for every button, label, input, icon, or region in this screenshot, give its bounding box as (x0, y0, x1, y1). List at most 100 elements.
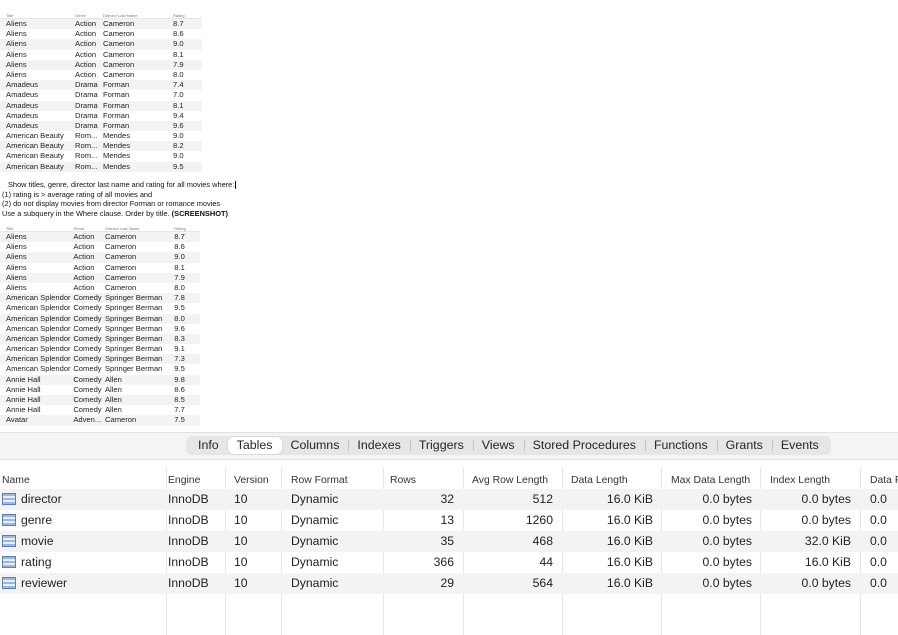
screenshot-cell: Aliens (6, 19, 27, 28)
screenshot-cell: Annie Hall (6, 374, 41, 384)
screenshot-cell: Forman (103, 100, 130, 110)
instruction-screenshot-label: (SCREENSHOT) (171, 209, 228, 219)
screenshot-cell: American Splendor (6, 344, 71, 354)
table-icon (2, 577, 16, 589)
screenshot-cell: Forman (103, 120, 130, 130)
screenshot-cell: Cameron (103, 19, 135, 28)
cell-rows: 35 (440, 534, 454, 548)
screenshot-cell: Cameron (104, 415, 137, 425)
tab-events[interactable]: Events (771, 437, 828, 454)
screenshot-cell: Springer Berman (104, 323, 163, 333)
column-header-max-data-length[interactable]: Max Data Length (671, 470, 752, 491)
result-screenshot-1: Title Genre Director Last Name Rating Aliens… (0, 10, 202, 172)
screenshot-rows: Aliens Action Cameron 8.7 Aliens Action Camero… (0, 232, 200, 426)
cell-engine: InnoDB (168, 576, 209, 590)
column-header-name[interactable]: Name (2, 470, 168, 491)
screenshot-row: Aliens Action Cameron 7.9 (0, 272, 200, 283)
screenshot-cell: Comedy (73, 293, 102, 303)
tab-indexes[interactable]: Indexes (348, 437, 409, 454)
screenshot-cell: Annie Hall (6, 405, 41, 415)
screenshot-row: American Beauty Rom... Mendes 9.5 (0, 161, 202, 172)
screenshot-cell: Action (73, 252, 95, 262)
screenshot-row: Amadeus Drama Forman 9.4 (0, 111, 202, 121)
screenshot-cell: Amadeus (6, 80, 39, 90)
screenshot-row: American Splendor Comedy Springer Berman 8.… (0, 333, 200, 345)
cell-version: 10 (234, 555, 248, 569)
screenshot-cell: Annie Hall (6, 384, 41, 394)
tab-views[interactable]: Views (472, 437, 524, 454)
screenshot-cell: Allen (104, 405, 122, 415)
screenshot-cell: 8.7 (173, 19, 184, 28)
screenshot-cell: 8.7 (174, 232, 185, 241)
table-row[interactable]: reviewer InnoDB 10 Dynamic 29 564 16.0 KiB 0.0 … (0, 573, 898, 594)
screenshot-cell: American Beauty (6, 161, 64, 171)
column-header-avg-row-length[interactable]: Avg Row Length (472, 470, 553, 491)
screenshot-row: Aliens Action Cameron 8.7 (0, 19, 202, 30)
screenshot-cell: Amadeus (6, 120, 39, 130)
tab-columns[interactable]: Columns (282, 437, 349, 454)
screenshot-cell: Comedy (73, 395, 102, 404)
cell-data-length: 16.0 KiB (606, 513, 653, 527)
column-header-version[interactable]: Version (234, 470, 280, 491)
screenshot-cell: American Beauty (6, 151, 64, 161)
table-name-cell: movie (2, 531, 168, 552)
cell-avg-row-length: 468 (532, 534, 553, 548)
cell-row-format: Dynamic (291, 492, 339, 506)
screenshot-cell: Aliens (6, 242, 27, 252)
screenshot-cell: Action (73, 232, 95, 241)
screenshot-row: Aliens Action Cameron 8.6 (0, 29, 202, 39)
screenshot-cell: Drama (75, 120, 98, 130)
screenshot-cell: 7.9 (173, 59, 184, 69)
table-name: genre (21, 513, 53, 527)
screenshot-cell: Springer Berman (104, 293, 163, 303)
column-header-engine[interactable]: Engine (168, 470, 224, 491)
table-name-cell: director (2, 489, 168, 510)
cell-avg-row-length: 1260 (525, 513, 553, 527)
column-header-index-length[interactable]: Index Length (770, 470, 851, 491)
table-name: director (21, 492, 62, 506)
screenshot-cell: 8.6 (173, 29, 184, 39)
tab-stored-procedures[interactable]: Stored Procedures (523, 437, 645, 454)
screenshot-cell: 9.5 (174, 303, 185, 313)
table-icon (2, 535, 16, 547)
tab-info[interactable]: Info (189, 437, 228, 454)
screenshot-cell: Rom... (75, 151, 98, 161)
screenshot-header-cell: Director Last Name (104, 226, 140, 231)
cell-avg-row-length: 512 (532, 492, 553, 506)
screenshot-cell: Rom... (75, 131, 98, 141)
column-header-data-length[interactable]: Data Length (571, 470, 653, 491)
table-row[interactable]: genre InnoDB 10 Dynamic 13 1260 16.0 KiB 0.0 by… (0, 510, 898, 531)
tab-functions[interactable]: Functions (644, 437, 717, 454)
cell-max-data-length: 0.0 bytes (702, 576, 752, 590)
table-row[interactable]: director InnoDB 10 Dynamic 32 512 16.0 KiB 0.0 … (0, 489, 898, 510)
screenshot-cell: Springer Berman (104, 313, 163, 323)
screenshot-cell: Amadeus (6, 90, 39, 100)
screenshot-cell: American Beauty (6, 141, 64, 151)
cell-engine: InnoDB (168, 534, 209, 548)
column-header-data-free[interactable]: Data F (870, 470, 898, 491)
table-row[interactable]: movie InnoDB 10 Dynamic 35 468 16.0 KiB 0.0 byt… (0, 531, 898, 552)
screenshot-header-row: Title Genre Director Last Name Rating (0, 223, 200, 232)
table-icon (2, 514, 16, 526)
column-header-rows[interactable]: Rows (390, 470, 454, 491)
screenshot-header-cell: Rating (173, 13, 185, 18)
screenshot-rows: Aliens Action Cameron 8.7 Aliens Action Camero… (0, 19, 202, 172)
screenshot-cell: Aliens (6, 252, 27, 262)
tab-tables[interactable]: Tables (227, 437, 282, 454)
screenshot-cell: Comedy (73, 323, 102, 333)
screenshot-cell: Amadeus (6, 100, 39, 110)
screenshot-row: Aliens Action Cameron 7.9 (0, 59, 202, 70)
screenshot-cell: 9.0 (173, 131, 184, 141)
table-row[interactable]: rating InnoDB 10 Dynamic 366 44 16.0 KiB 0.0 by… (0, 552, 898, 573)
column-header-row-format[interactable]: Row Format (291, 470, 381, 491)
tab-triggers[interactable]: Triggers (409, 437, 473, 454)
tab-grants[interactable]: Grants (716, 437, 772, 454)
screenshot-row: Aliens Action Cameron 8.6 (0, 242, 200, 252)
screenshot-cell: 9.5 (174, 364, 185, 374)
screenshot-row: Annie Hall Comedy Allen 9.8 (0, 374, 200, 385)
cell-version: 10 (234, 534, 248, 548)
screenshot-row: Amadeus Drama Forman 7.0 (0, 90, 202, 100)
cell-avg-row-length: 44 (539, 555, 553, 569)
screenshot-cell: Comedy (73, 384, 102, 394)
screenshot-cell: 7.9 (174, 272, 185, 282)
